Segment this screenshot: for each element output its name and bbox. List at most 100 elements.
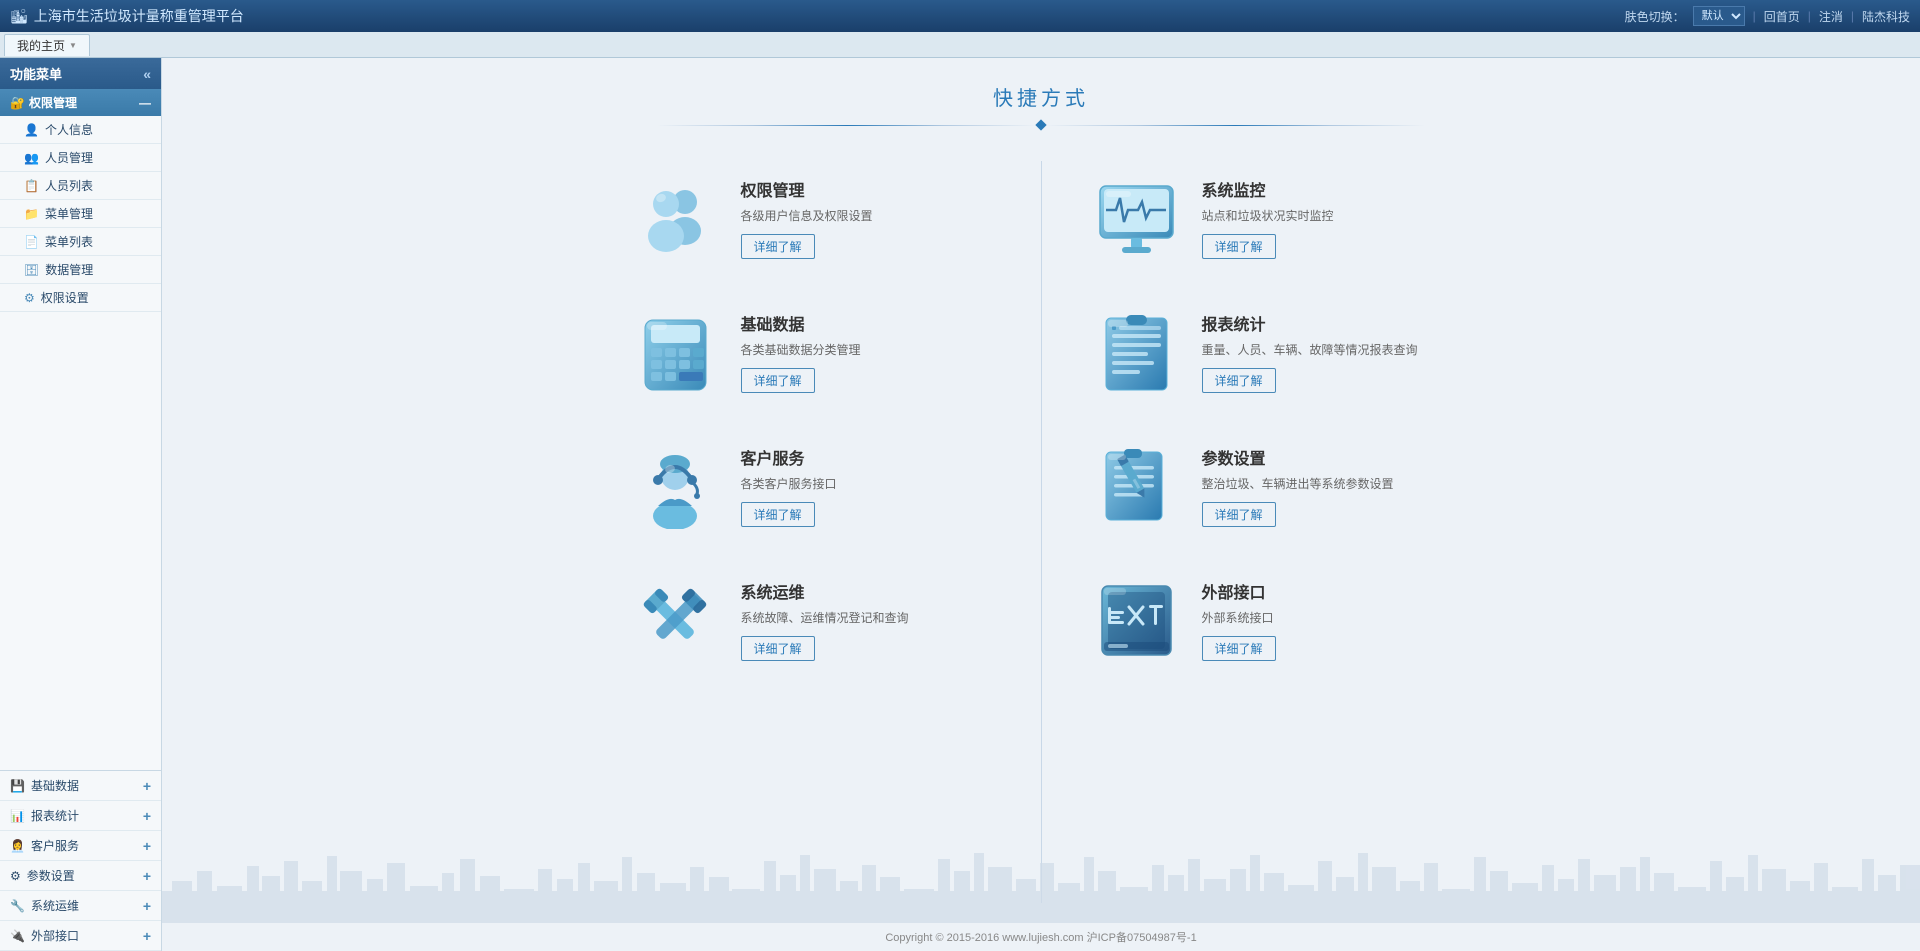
card-jichu: 基础数据 各类基础数据分类管理 详细了解 xyxy=(621,295,1001,409)
sidebar-item-personal[interactable]: 👤 个人信息 xyxy=(0,116,161,144)
tab-home[interactable]: 我的主页 ▼ xyxy=(4,34,90,56)
basic-data-expand-icon: + xyxy=(143,778,151,794)
card-title-kehu: 客户服务 xyxy=(741,445,991,469)
card-btn-kehu[interactable]: 详细了解 xyxy=(741,502,815,527)
card-yunwei: 系统运维 系统故障、运维情况登记和查询 详细了解 xyxy=(621,563,1001,677)
card-desc-canshu: 整治垃圾、车辆进出等系统参数设置 xyxy=(1202,475,1452,494)
section-collapse-icon: — xyxy=(139,96,151,110)
card-icon-jichu xyxy=(631,307,721,397)
report-icon: 📊 xyxy=(10,809,25,823)
card-icon-waijie xyxy=(1092,575,1182,665)
card-desc-kehu: 各类客户服务接口 xyxy=(741,475,991,494)
card-desc-jichu: 各类基础数据分类管理 xyxy=(741,341,991,360)
sidebar-item-report[interactable]: 📊 报表统计 + xyxy=(0,801,161,831)
customer-icon: 👩‍💼 xyxy=(10,839,25,853)
card-canshu: 参数设置 整治垃圾、车辆进出等系统参数设置 详细了解 xyxy=(1082,429,1462,543)
card-btn-jiankong[interactable]: 详细了解 xyxy=(1202,234,1276,259)
sidebar: 功能菜单 « 🔐 权限管理 — 👤 个人信息 👥 人员管理 📋 人员列表 xyxy=(0,58,162,951)
nav-company-link[interactable]: 陆杰科技 xyxy=(1862,8,1910,25)
header: 🏙 上海市生活垃圾计量称重管理平台 肤色切换： 默认 | 回首页 | 注消 | … xyxy=(0,0,1920,32)
tabbar: 我的主页 ▼ xyxy=(0,32,1920,58)
card-btn-baobiao[interactable]: 详细了解 xyxy=(1202,368,1276,393)
header-right: 肤色切换： 默认 | 回首页 | 注消 | 陆杰科技 xyxy=(1625,6,1910,26)
card-btn-quanxian[interactable]: 详细了解 xyxy=(741,234,815,259)
card-baobiao: 报表统计 重量、人员、车辆、故障等情况报表查询 详细了解 xyxy=(1082,295,1462,409)
card-desc-baobiao: 重量、人员、车辆、故障等情况报表查询 xyxy=(1202,341,1452,360)
card-quanxian: 权限管理 各级用户信息及权限设置 详细了解 xyxy=(621,161,1001,275)
card-icon-jiankong xyxy=(1092,173,1182,263)
sidebar-item-data-mgmt[interactable]: 🗄 数据管理 xyxy=(0,256,161,284)
sidebar-item-basic-data[interactable]: 💾 基础数据 + xyxy=(0,771,161,801)
card-desc-waijie: 外部系统接口 xyxy=(1202,609,1452,628)
sidebar-item-personnel-list[interactable]: 📋 人员列表 xyxy=(0,172,161,200)
tab-arrow-icon: ▼ xyxy=(69,41,77,50)
params-icon: ⚙ xyxy=(10,869,21,883)
sidebar-item-params[interactable]: ⚙ 参数设置 + xyxy=(0,861,161,891)
personal-icon: 👤 xyxy=(24,123,39,137)
copyright-text: Copyright © 2015-2016 www.lujiesh.com 沪I… xyxy=(885,932,1196,944)
ops-icon: 🔧 xyxy=(10,899,25,913)
sidebar-item-ext[interactable]: 🔌 外部接口 + xyxy=(0,921,161,951)
content-area: 快捷方式 xyxy=(162,58,1920,951)
card-content-yunwei: 系统运维 系统故障、运维情况登记和查询 详细了解 xyxy=(741,579,991,661)
card-title-quanxian: 权限管理 xyxy=(741,177,991,201)
customer-expand-icon: + xyxy=(143,838,151,854)
sidebar-header: 功能菜单 « xyxy=(0,58,161,89)
sidebar-item-personnel-mgmt[interactable]: 👥 人员管理 xyxy=(0,144,161,172)
sidebar-item-permission[interactable]: ⚙ 权限设置 xyxy=(0,284,161,312)
card-title-waijie: 外部接口 xyxy=(1202,579,1452,603)
sidebar-item-ops[interactable]: 🔧 系统运维 + xyxy=(0,891,161,921)
card-desc-jiankong: 站点和垃圾状况实时监控 xyxy=(1202,207,1452,226)
title-divider xyxy=(162,117,1920,133)
card-btn-jichu[interactable]: 详细了解 xyxy=(741,368,815,393)
nav-login-link[interactable]: 注消 xyxy=(1819,8,1843,25)
card-btn-yunwei[interactable]: 详细了解 xyxy=(741,636,815,661)
card-content-jiankong: 系统监控 站点和垃圾状况实时监控 详细了解 xyxy=(1202,177,1452,259)
menu-mgmt-icon: 📁 xyxy=(24,207,39,221)
card-content-quanxian: 权限管理 各级用户信息及权限设置 详细了解 xyxy=(741,177,991,259)
card-icon-baobiao xyxy=(1092,307,1182,397)
ext-expand-icon: + xyxy=(143,928,151,944)
basic-data-icon: 💾 xyxy=(10,779,25,793)
card-waijie: 外部接口 外部系统接口 详细了解 xyxy=(1082,563,1462,677)
card-content-baobiao: 报表统计 重量、人员、车辆、故障等情况报表查询 详细了解 xyxy=(1202,311,1452,393)
card-icon-canshu xyxy=(1092,441,1182,531)
sidebar-bottom: 💾 基础数据 + 📊 报表统计 + 👩‍💼 客户服务 + xyxy=(0,770,161,951)
card-desc-quanxian: 各级用户信息及权限设置 xyxy=(741,207,991,226)
cards-column-left: 权限管理 各级用户信息及权限设置 详细了解 xyxy=(621,161,1001,903)
sidebar-items-quanxian: 👤 个人信息 👥 人员管理 📋 人员列表 📁 菜单管理 📄 菜单列表 🗄 xyxy=(0,116,161,312)
card-jiankong: 系统监控 站点和垃圾状况实时监控 详细了解 xyxy=(1082,161,1462,275)
card-title-jiankong: 系统监控 xyxy=(1202,177,1452,201)
main-layout: 功能菜单 « 🔐 权限管理 — 👤 个人信息 👥 人员管理 📋 人员列表 xyxy=(0,58,1920,951)
sidebar-section-quanxian[interactable]: 🔐 权限管理 — xyxy=(0,89,161,116)
ops-expand-icon: + xyxy=(143,898,151,914)
nav-home-link[interactable]: 回首页 xyxy=(1764,8,1800,25)
card-content-canshu: 参数设置 整治垃圾、车辆进出等系统参数设置 详细了解 xyxy=(1202,445,1452,527)
report-expand-icon: + xyxy=(143,808,151,824)
card-icon-quanxian xyxy=(631,173,721,263)
card-kehu: 客户服务 各类客户服务接口 详细了解 xyxy=(621,429,1001,543)
sidebar-item-customer[interactable]: 👩‍💼 客户服务 + xyxy=(0,831,161,861)
sidebar-item-menu-list[interactable]: 📄 菜单列表 xyxy=(0,228,161,256)
card-btn-waijie[interactable]: 详细了解 xyxy=(1202,636,1276,661)
card-content-jichu: 基础数据 各类基础数据分类管理 详细了解 xyxy=(741,311,991,393)
card-title-canshu: 参数设置 xyxy=(1202,445,1452,469)
cards-grid: 权限管理 各级用户信息及权限设置 详细了解 xyxy=(162,141,1920,923)
sidebar-collapse-btn[interactable]: « xyxy=(143,66,151,82)
quanxian-section-icon: 🔐 xyxy=(10,96,25,110)
permission-icon: ⚙ xyxy=(24,291,35,305)
data-mgmt-icon: 🗄 xyxy=(24,263,39,277)
card-icon-kehu xyxy=(631,441,721,531)
skin-select[interactable]: 默认 xyxy=(1693,6,1745,26)
personnel-mgmt-icon: 👥 xyxy=(24,151,39,165)
footer: Copyright © 2015-2016 www.lujiesh.com 沪I… xyxy=(162,923,1920,951)
sidebar-item-menu-mgmt[interactable]: 📁 菜单管理 xyxy=(0,200,161,228)
quick-title-text: 快捷方式 xyxy=(162,82,1920,111)
quick-title-section: 快捷方式 xyxy=(162,58,1920,141)
card-title-yunwei: 系统运维 xyxy=(741,579,991,603)
app-title: 🏙 上海市生活垃圾计量称重管理平台 xyxy=(10,6,244,26)
personnel-list-icon: 📋 xyxy=(24,179,39,193)
card-title-jichu: 基础数据 xyxy=(741,311,991,335)
cards-column-right: 系统监控 站点和垃圾状况实时监控 详细了解 xyxy=(1082,161,1462,903)
card-btn-canshu[interactable]: 详细了解 xyxy=(1202,502,1276,527)
